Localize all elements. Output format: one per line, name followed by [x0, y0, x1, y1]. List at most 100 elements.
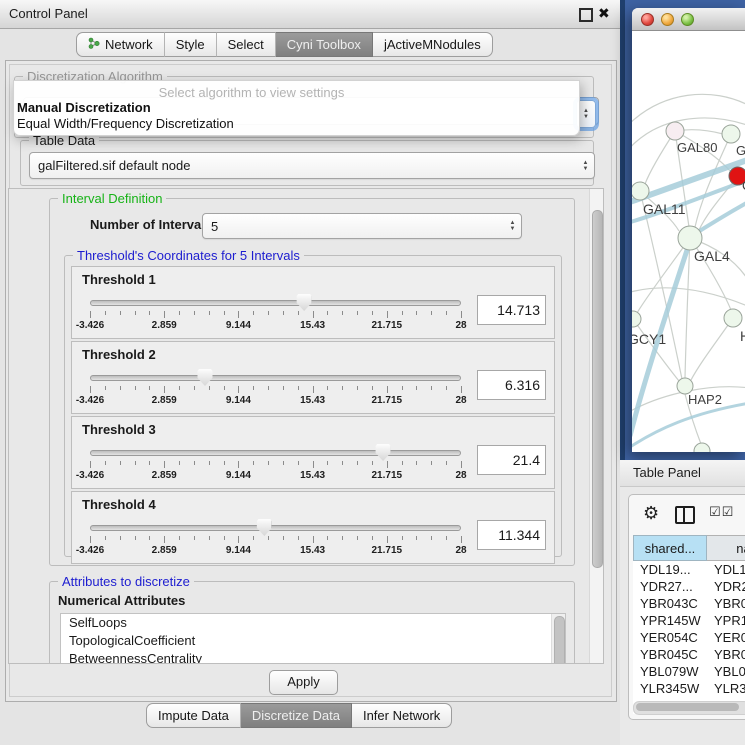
- threshold-panel: Threshold 1-3.4262.8599.14415.4321.71528…: [71, 266, 555, 339]
- float-window-icon[interactable]: [579, 8, 593, 22]
- table-row[interactable]: YPR145WYPR1: [633, 612, 745, 629]
- attribute-list-item[interactable]: TopologicalCoefficient: [61, 632, 565, 650]
- slider-tick: [387, 461, 388, 468]
- table-horizontal-scrollbar-thumb[interactable]: [636, 703, 739, 711]
- slider-thumb[interactable]: [257, 519, 272, 536]
- gear-icon[interactable]: ⚙: [643, 503, 659, 524]
- threshold-slider[interactable]: -3.4262.8599.14415.4321.71528: [86, 292, 465, 336]
- numerical-attributes-list[interactable]: SelfLoopsTopologicalCoefficientBetweenne…: [60, 613, 566, 664]
- attribute-list-item[interactable]: SelfLoops: [61, 614, 565, 632]
- slider-tick: [238, 386, 239, 393]
- network-node[interactable]: [694, 443, 710, 452]
- table-header-row: shared... na: [633, 535, 745, 561]
- bottom-tab-label: Discretize Data: [252, 708, 340, 723]
- close-icon[interactable]: ✖: [598, 5, 610, 22]
- slider-tick-label: 28: [455, 395, 466, 406]
- bottom-tab-impute-data[interactable]: Impute Data: [146, 703, 241, 728]
- popup-item-equal-width-frequency[interactable]: Equal Width/Frequency Discretization: [17, 116, 234, 131]
- slider-tick: [120, 536, 121, 540]
- attributes-list-scrollbar[interactable]: [551, 614, 565, 664]
- table-row[interactable]: YER054CYER0: [633, 629, 745, 646]
- attributes-list-scrollbar-thumb[interactable]: [554, 616, 565, 664]
- slider-tick: [149, 461, 150, 465]
- split-panel-icon[interactable]: [675, 506, 695, 524]
- slider-tick: [238, 461, 239, 468]
- slider-tick: [283, 311, 284, 315]
- threshold-value-field[interactable]: 11.344: [477, 520, 546, 550]
- tab-network[interactable]: Network: [76, 32, 165, 57]
- table-panel-titlebar: Table Panel: [620, 460, 745, 487]
- table-panel: Table Panel ⚙ ☑☑ shared... na YDL19...YD…: [620, 460, 745, 745]
- network-node-gal4[interactable]: [678, 226, 702, 250]
- network-node-h[interactable]: [724, 309, 742, 327]
- network-highlight-edge[interactable]: [632, 403, 745, 449]
- network-view-window: GAL80GACGAL11GAL4GCY1HHAP2: [632, 8, 745, 452]
- slider-ticks: [90, 536, 461, 543]
- slider-tick: [313, 386, 314, 393]
- network-edge[interactable]: [691, 318, 733, 380]
- top-tab-bar: Network Style SelectCyni ToolboxjActiveMNo…: [76, 32, 493, 57]
- network-canvas[interactable]: GAL80GACGAL11GAL4GCY1HHAP2: [632, 31, 745, 452]
- slider-tick-label: 21.715: [372, 395, 403, 406]
- tab-select[interactable]: Select: [217, 32, 276, 57]
- slider-thumb[interactable]: [198, 369, 213, 386]
- table-row[interactable]: YBR045CYBR0: [633, 646, 745, 663]
- threshold-slider[interactable]: -3.4262.8599.14415.4321.71528: [86, 367, 465, 411]
- slider-tick: [149, 536, 150, 540]
- slider-thumb[interactable]: [297, 294, 312, 311]
- slider-ticks: [90, 461, 461, 468]
- bottom-tab-infer-network[interactable]: Infer Network: [352, 703, 452, 728]
- number-of-intervals-combobox[interactable]: 5 ▲ ▼: [202, 213, 522, 239]
- table-row[interactable]: YDL19...YDL1: [633, 561, 745, 578]
- network-highlight-edge[interactable]: [632, 159, 745, 203]
- network-edge[interactable]: [632, 94, 745, 126]
- slider-thumb[interactable]: [376, 444, 391, 461]
- table-row[interactable]: YLR345WYLR3: [633, 680, 745, 697]
- network-node-gcy1[interactable]: [632, 311, 641, 327]
- table-cell: YBL079W: [633, 663, 707, 680]
- table-data-combobox-stepper[interactable]: ▲ ▼: [577, 153, 594, 178]
- threshold-value-field[interactable]: 14.713: [477, 295, 546, 325]
- zoom-traffic-light[interactable]: [681, 13, 694, 26]
- table-row[interactable]: YBR043CYBR0: [633, 595, 745, 612]
- slider-tick: [283, 461, 284, 465]
- slider-tick: [461, 536, 462, 543]
- table-horizontal-scrollbar[interactable]: [633, 701, 745, 715]
- slider-tick: [149, 386, 150, 390]
- close-traffic-light[interactable]: [641, 13, 654, 26]
- settings-scrollpane: Interval Definition Number of Intervals …: [8, 188, 604, 664]
- network-canvas-svg[interactable]: GAL80GACGAL11GAL4GCY1HHAP2: [632, 31, 745, 452]
- network-node-gal80[interactable]: [666, 122, 684, 140]
- minimize-traffic-light[interactable]: [661, 13, 674, 26]
- slider-tick: [120, 386, 121, 390]
- bottom-tab-discretize-data[interactable]: Discretize Data: [241, 703, 352, 728]
- column-header-shared-name[interactable]: shared...: [633, 535, 707, 561]
- slider-tick-label: 9.144: [226, 395, 251, 406]
- attribute-list-item[interactable]: BetweennessCentrality: [61, 650, 565, 664]
- network-node-ga[interactable]: [722, 125, 740, 143]
- table-row[interactable]: YDR27...YDR2: [633, 578, 745, 595]
- settings-scrollbar-thumb[interactable]: [592, 210, 603, 568]
- popup-item-manual-discretization[interactable]: Manual Discretization: [17, 100, 151, 115]
- table-data-combobox[interactable]: galFiltered.sif default node ▲ ▼: [29, 152, 595, 179]
- network-node-gal11[interactable]: [632, 182, 649, 200]
- apply-button[interactable]: Apply: [269, 670, 338, 695]
- network-edge[interactable]: [637, 238, 690, 313]
- table-row[interactable]: YBL079WYBL0: [633, 663, 745, 680]
- column-header-name[interactable]: na: [707, 535, 745, 561]
- tab-style[interactable]: Style: [165, 32, 217, 57]
- settings-vertical-scrollbar[interactable]: [589, 189, 603, 663]
- threshold-value-field[interactable]: 21.4: [477, 445, 546, 475]
- threshold-slider[interactable]: -3.4262.8599.14415.4321.71528: [86, 517, 465, 561]
- threshold-value-field[interactable]: 6.316: [477, 370, 546, 400]
- tab-cyni-toolbox[interactable]: Cyni Toolbox: [276, 32, 373, 57]
- tab-label: Style: [176, 37, 205, 52]
- panel-title: Control Panel: [9, 6, 88, 21]
- select-columns-checkboxes-icon[interactable]: ☑☑: [709, 504, 734, 520]
- threshold-slider[interactable]: -3.4262.8599.14415.4321.71528: [86, 442, 465, 486]
- number-of-intervals-stepper[interactable]: ▲ ▼: [504, 214, 521, 238]
- slider-tick: [105, 386, 106, 390]
- tab-jactivemnodules[interactable]: jActiveMNodules: [373, 32, 493, 57]
- slider-tick: [372, 311, 373, 315]
- slider-tick: [431, 311, 432, 315]
